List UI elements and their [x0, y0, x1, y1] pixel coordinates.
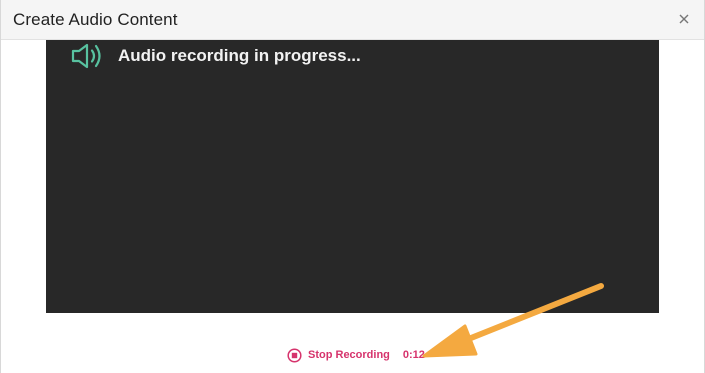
close-button[interactable]: [676, 11, 692, 27]
recording-timer: 0:12: [402, 349, 425, 361]
stop-icon: [287, 347, 302, 363]
dialog-title: Create Audio Content: [13, 10, 178, 29]
close-icon: [679, 14, 689, 24]
recording-controls: Stop Recording 0:12: [287, 346, 425, 364]
stop-recording-label: Stop Recording: [308, 349, 390, 361]
stop-recording-button[interactable]: Stop Recording: [287, 347, 390, 363]
create-audio-dialog: Create Audio Content Audio recording in …: [0, 0, 705, 373]
speaker-icon: [71, 43, 101, 69]
recording-status-text: Audio recording in progress...: [118, 46, 361, 65]
dialog-titlebar: Create Audio Content: [1, 0, 704, 40]
recording-panel: Audio recording in progress...: [46, 40, 659, 313]
